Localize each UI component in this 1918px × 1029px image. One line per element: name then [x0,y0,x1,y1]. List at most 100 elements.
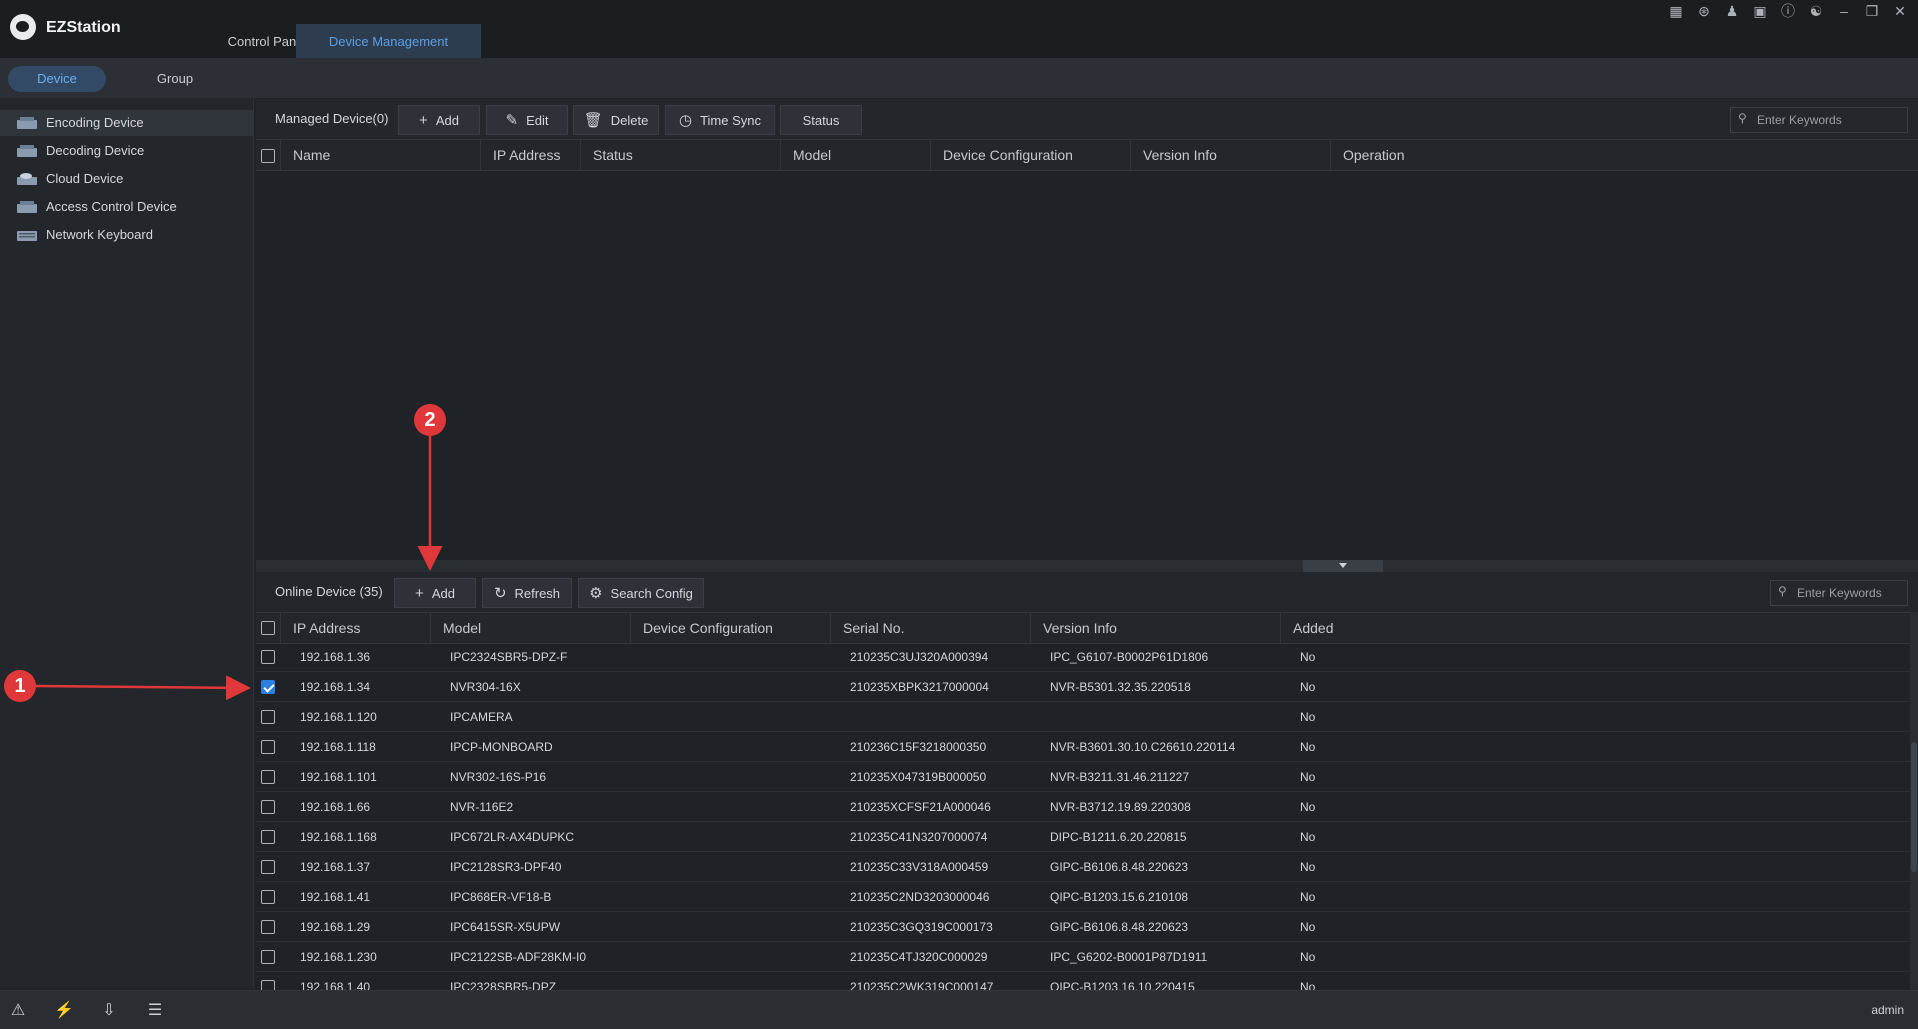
access-control-icon [17,201,37,213]
cell-serial: 210235C3UJ320A000394 [850,650,989,664]
column-operation[interactable]: Operation [1330,140,1918,170]
online-search[interactable]: ⚲ [1770,580,1908,606]
alarm-icon[interactable]: ⚠ [8,1001,28,1021]
table-row[interactable]: 192.168.1.29 IPC6415SR-X5UPW 210235C3GQ319… [256,912,1910,942]
column-model[interactable]: Model [430,613,630,643]
skin-icon[interactable]: ⊛ [1696,2,1712,20]
table-row[interactable]: 192.168.1.37 IPC2128SR3-DPF40 210235C33V31… [256,852,1910,882]
online-list-scrollbar[interactable] [1910,612,1918,990]
search-icon: ⚲ [1738,111,1747,125]
column-model[interactable]: Model [780,140,930,170]
cell-serial: 210235C4TJ320C000029 [850,950,988,964]
cell-serial: 210236C15F3218000350 [850,740,987,754]
column-name[interactable]: Name [280,140,480,170]
row-checkbox[interactable] [261,650,275,664]
time-sync-button[interactable]: ◷ Time Sync [665,105,775,135]
user-icon[interactable]: ♟ [1724,2,1740,20]
edit-button[interactable]: ✎ Edit [486,105,568,135]
column-ip-address[interactable]: IP Address [480,140,580,170]
sidebar-item-decoding-device[interactable]: Decoding Device [0,138,254,164]
table-row[interactable]: 192.168.1.41 IPC868ER-VF18-B 210235C2ND320… [256,882,1910,912]
sidebar-item-label: Cloud Device [46,171,124,186]
column-device-configuration[interactable]: Device Configuration [930,140,1130,170]
delete-button[interactable]: 🗑 Delete [573,105,659,135]
tab-device[interactable]: Device [8,66,106,92]
grid-menu-icon[interactable]: ▦ [1668,2,1684,20]
refresh-button[interactable]: ↻ Refresh [482,578,572,608]
cell-serial: 210235C3GQ319C000173 [850,920,993,934]
column-added[interactable]: Added [1280,613,1910,643]
download-icon[interactable]: ⇩ [99,1001,119,1021]
minimize-icon[interactable]: – [1836,2,1852,20]
tab-group[interactable]: Group [126,66,224,92]
column-device-configuration[interactable]: Device Configuration [630,613,830,643]
row-checkbox[interactable] [261,860,275,874]
table-row[interactable]: 192.168.1.66 NVR-116E2 210235XCFSF21A00004… [256,792,1910,822]
panel-splitter[interactable] [256,560,1918,572]
cell-model: IPC2324SBR5-DPZ-F [450,650,568,664]
window-controls: ▦ ⊛ ♟ ▣ ⓘ ☯ – ❐ ✕ [1668,2,1908,20]
table-row[interactable]: 192.168.1.168 IPC672LR-AX4DUPKC 210235C41N… [256,822,1910,852]
alert-bolt-icon[interactable]: ⚡ [54,1001,74,1021]
sidebar-item-access-control[interactable]: Access Control Device [0,194,254,220]
row-checkbox[interactable] [261,950,275,964]
help-icon[interactable]: ⓘ [1780,2,1796,20]
table-row[interactable]: 192.168.1.36 IPC2324SBR5-DPZ-F 210235C3UJ3… [256,642,1910,672]
scrollbar-thumb[interactable] [1911,742,1917,872]
table-row[interactable]: 192.168.1.120 IPCAMERA No [256,702,1910,732]
task-list-icon[interactable]: ☰ [145,1001,165,1021]
row-checkbox[interactable] [261,830,275,844]
table-row[interactable]: 192.168.1.40 IPC2328SBR5-DPZ 210235C2WK319… [256,972,1910,990]
status-bar: ⚠ ⚡ ⇩ ☰ admin [0,990,1918,1029]
managed-search[interactable]: ⚲ [1730,107,1908,133]
cell-ip: 192.168.1.29 [300,920,371,934]
edit-label: Edit [526,113,549,128]
cell-ip: 192.168.1.230 [300,950,377,964]
column-serial-no[interactable]: Serial No. [830,613,1030,643]
sidebar-item-network-keyboard[interactable]: Network Keyboard [0,222,254,248]
table-row[interactable]: 192.168.1.34 NVR304-16X 210235XBPK32170000… [256,672,1910,702]
managed-select-all-checkbox[interactable] [261,149,275,163]
column-version-info[interactable]: Version Info [1030,613,1280,643]
managed-search-input[interactable] [1757,110,1877,130]
title-bar: EZStation Control Panel Device Managemen… [0,0,1918,58]
column-status[interactable]: Status [580,140,780,170]
row-checkbox[interactable] [261,770,275,784]
row-checkbox[interactable] [261,740,275,754]
cell-model: IPC2128SR3-DPF40 [450,860,562,874]
table-row[interactable]: 192.168.1.230 IPC2122SB-ADF28KM-I0 210235C… [256,942,1910,972]
online-add-button[interactable]: + Add [394,578,476,608]
cell-added: No [1300,890,1316,904]
cell-serial: 210235C41N3207000074 [850,830,988,844]
collapse-toggle-icon[interactable] [1303,560,1383,572]
lock-icon[interactable]: ▣ [1752,2,1768,20]
close-icon[interactable]: ✕ [1892,2,1908,20]
online-select-all-checkbox[interactable] [261,621,275,635]
cell-version: IPC_G6202-B0001P87D1911 [1050,950,1208,964]
cell-version: IPC_G6107-B0002P61D1806 [1050,650,1209,664]
row-checkbox[interactable] [261,710,275,724]
row-checkbox[interactable] [261,680,275,694]
managed-add-button[interactable]: + Add [398,105,480,135]
row-checkbox[interactable] [261,920,275,934]
row-checkbox[interactable] [261,980,275,990]
search-config-button[interactable]: ⚙ Search Config [578,578,704,608]
cell-version: NVR-B5301.32.35.220518 [1050,680,1191,694]
online-add-label: Add [431,586,455,601]
column-version-info[interactable]: Version Info [1130,140,1330,170]
table-row[interactable]: 192.168.1.118 IPCP-MONBOARD 210236C15F3218… [256,732,1910,762]
column-ip-address[interactable]: IP Address [280,613,430,643]
cell-serial: 210235C2ND3203000046 [850,890,990,904]
row-checkbox[interactable] [261,800,275,814]
table-row[interactable]: 192.168.1.101 NVR302-16S-P16 210235X047319… [256,762,1910,792]
status-button[interactable]: Status [780,105,862,135]
app-logo-icon [10,14,36,40]
tab-device-management[interactable]: Device Management [296,24,481,58]
sidebar-item-cloud-device[interactable]: Cloud Device [0,166,254,192]
online-search-input[interactable] [1797,583,1897,603]
sidebar-item-encoding-device[interactable]: Encoding Device [0,110,254,136]
restore-icon[interactable]: ❐ [1864,2,1880,20]
support-icon[interactable]: ☯ [1808,2,1824,20]
sidebar-item-label: Access Control Device [46,199,177,214]
row-checkbox[interactable] [261,890,275,904]
